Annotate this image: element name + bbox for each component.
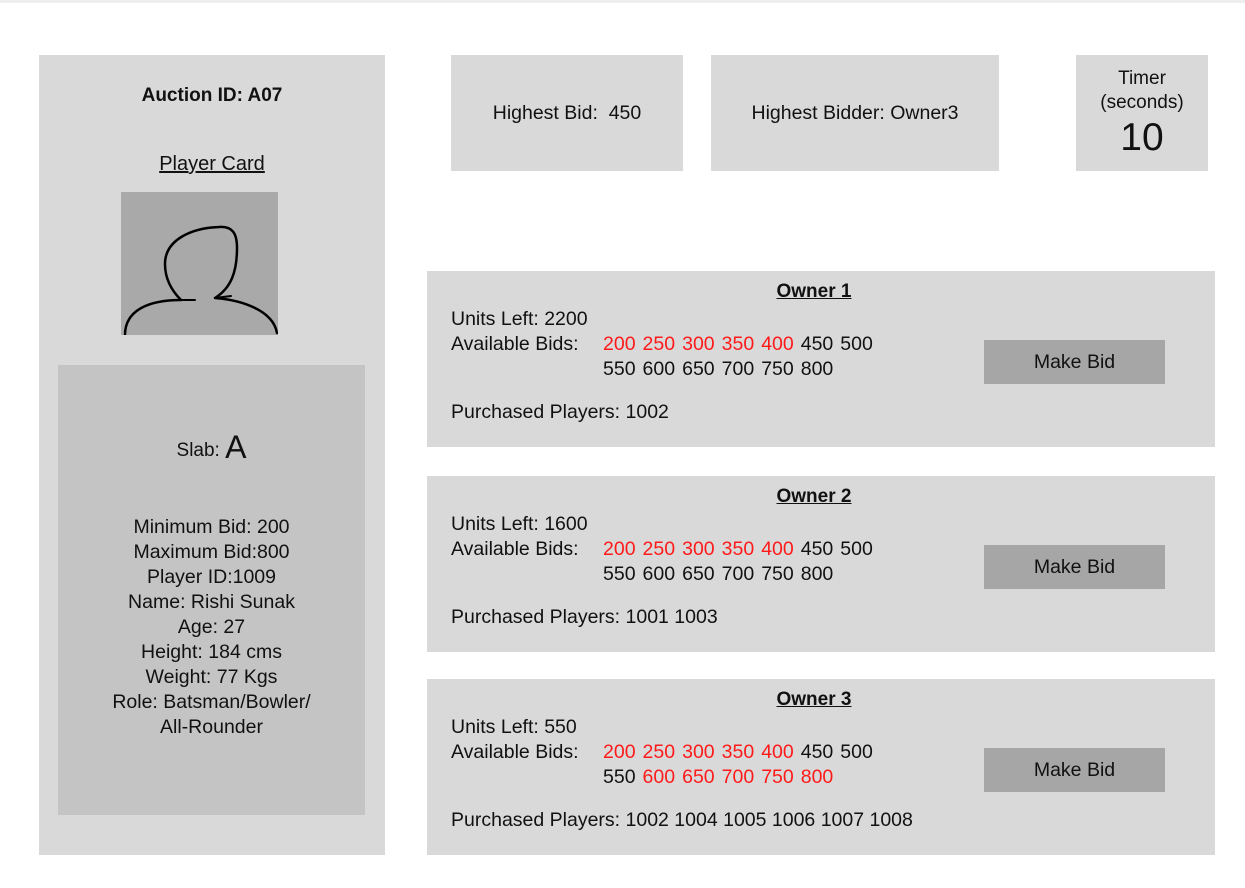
highest-bidder-box: Highest Bidder: Owner3 [711, 55, 999, 171]
bid-value-available: 550 [603, 766, 636, 788]
bid-value-used: 250 [642, 333, 676, 355]
bid-value-used: 400 [761, 538, 794, 560]
highest-bid-text: Highest Bid: 450 [492, 101, 642, 124]
bid-value-used: 350 [721, 538, 755, 560]
bid-value-available: 650 [682, 563, 715, 585]
bid-value-used: 750 [761, 766, 794, 788]
detail-role-cont: All-Rounder [160, 716, 263, 738]
purchased-players: Purchased Players: 1002 1004 1005 1006 1… [451, 809, 913, 831]
detail-role: Role: Batsman/Bowler/ [112, 691, 311, 713]
timer-label: Timer (seconds) [1100, 67, 1183, 115]
bid-value-used: 650 [682, 766, 715, 788]
timer-label-line-2: (seconds) [1100, 92, 1184, 113]
available-bids-label: Available Bids: [451, 333, 579, 355]
detail-height: Height: 184 cms [141, 641, 282, 663]
detail-maximum-bid: Maximum Bid:800 [133, 541, 290, 563]
bid-value-available: 500 [840, 538, 873, 560]
player-silhouette-icon [121, 192, 278, 335]
bid-list: 200 250 300 350 400 450 500 [603, 741, 880, 763]
player-panel: Auction ID: A07 Player Card Slab: A Mini… [39, 55, 385, 855]
bid-list: 550 600 650 700 750 800 [603, 358, 840, 380]
owner-panel: Owner 2 Units Left: 1600 Available Bids:… [427, 476, 1215, 652]
available-bids-row: Available Bids: 200 250 300 350 400 450 500 [451, 333, 880, 356]
detail-list: Minimum Bid: 200 Maximum Bid:800 Player … [58, 515, 365, 740]
units-left: Units Left: 550 [451, 716, 577, 738]
bid-value-available: 550 [603, 563, 636, 585]
bid-value-available: 450 [800, 538, 834, 560]
bid-value-used: 300 [682, 333, 715, 355]
bid-value-used: 800 [800, 766, 834, 788]
bid-value-used: 350 [721, 741, 755, 763]
bid-value-used: 200 [603, 741, 636, 763]
detail-player-id: Player ID:1009 [147, 566, 276, 588]
bid-value-used: 600 [642, 766, 676, 788]
slab-value: A [225, 429, 247, 465]
owner-panel: Owner 3 Units Left: 550 Available Bids: 2… [427, 679, 1215, 855]
bid-value-available: 450 [800, 333, 834, 355]
units-left: Units Left: 1600 [451, 513, 588, 535]
bid-value-available: 600 [642, 563, 676, 585]
available-bids-label: Available Bids: [451, 538, 579, 560]
make-bid-button[interactable]: Make Bid [984, 748, 1165, 792]
slab: Slab: A [58, 429, 365, 466]
bid-value-used: 200 [603, 538, 636, 560]
owner-title: Owner 2 [776, 486, 852, 507]
bid-value-available: 800 [800, 563, 834, 585]
auction-id-label: Auction ID: [141, 85, 248, 106]
bid-value-used: 200 [603, 333, 636, 355]
bid-value-used: 400 [761, 333, 794, 355]
bid-value-available: 750 [761, 563, 794, 585]
bid-list: 200 250 300 350 400 450 500 [603, 333, 880, 355]
available-bids-row: Available Bids: 200 250 300 350 400 450 500 [451, 741, 880, 764]
timer-box: Timer (seconds) 10 [1076, 55, 1208, 171]
detail-minimum-bid: Minimum Bid: 200 [133, 516, 290, 538]
owner-title: Owner 1 [776, 281, 852, 302]
bid-value-available: 700 [721, 563, 755, 585]
available-bids-row: 550 600 650 700 750 800 [451, 358, 840, 381]
timer-value: 10 [1120, 116, 1164, 159]
bid-value-available: 650 [682, 358, 715, 380]
make-bid-button[interactable]: Make Bid [984, 545, 1165, 589]
purchased-players: Purchased Players: 1002 [451, 401, 669, 423]
slab-label: Slab: [176, 440, 226, 461]
available-bids-row: Available Bids: 200 250 300 350 400 450 500 [451, 538, 880, 561]
units-left: Units Left: 2200 [451, 308, 588, 330]
bid-value-available: 450 [800, 741, 834, 763]
purchased-players: Purchased Players: 1001 1003 [451, 606, 718, 628]
bid-value-used: 400 [761, 741, 794, 763]
detail-name: Name: Rishi Sunak [128, 591, 295, 613]
bid-value-available: 500 [840, 741, 873, 763]
player-card-title: Player Card [159, 153, 265, 175]
detail-weight: Weight: 77 Kgs [145, 666, 278, 688]
bid-value-used: 250 [642, 538, 676, 560]
highest-bidder-text: Highest Bidder: Owner3 [751, 101, 959, 124]
owner-panel: Owner 1 Units Left: 2200 Available Bids:… [427, 271, 1215, 447]
bid-value-used: 250 [642, 741, 676, 763]
bid-value-available: 750 [761, 358, 794, 380]
bid-value-available: 800 [800, 358, 834, 380]
bid-value-used: 350 [721, 333, 755, 355]
make-bid-button[interactable]: Make Bid [984, 340, 1165, 384]
owner-title: Owner 3 [776, 689, 852, 710]
timer-label-line-1: Timer [1118, 68, 1166, 89]
bid-value-used: 700 [721, 766, 755, 788]
bid-value-available: 550 [603, 358, 636, 380]
bid-list: 200 250 300 350 400 450 500 [603, 538, 880, 560]
available-bids-row: 550 600 650 700 750 800 [451, 766, 840, 789]
bid-value-used: 300 [682, 538, 715, 560]
auction-id-value: A07 [247, 85, 283, 106]
available-bids-row: 550 600 650 700 750 800 [451, 563, 840, 586]
bid-list: 550 600 650 700 750 800 [603, 766, 840, 788]
available-bids-label: Available Bids: [451, 741, 579, 763]
bid-value-available: 500 [840, 333, 873, 355]
bid-value-available: 600 [642, 358, 676, 380]
player-details: Slab: A Minimum Bid: 200 Maximum Bid:800… [58, 365, 365, 815]
detail-age: Age: 27 [177, 616, 246, 638]
bid-value-used: 300 [682, 741, 715, 763]
bid-value-available: 700 [721, 358, 755, 380]
top-divider [0, 0, 1245, 3]
highest-bid-box: Highest Bid: 450 [451, 55, 683, 171]
auction-id: Auction ID: A07 [39, 85, 385, 107]
bid-list: 550 600 650 700 750 800 [603, 563, 840, 585]
